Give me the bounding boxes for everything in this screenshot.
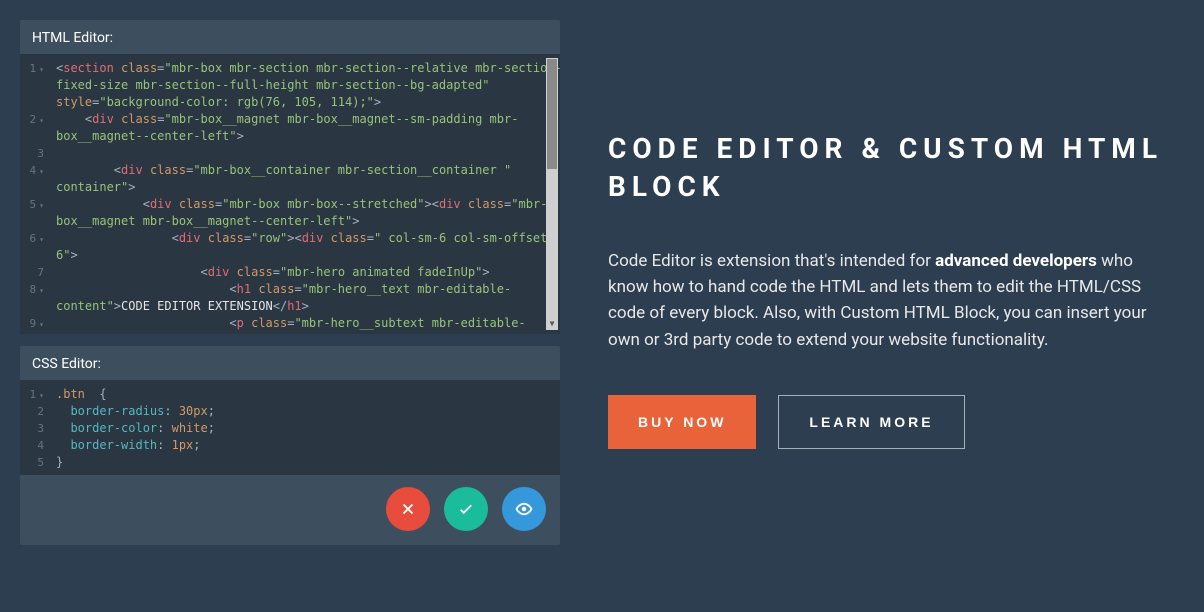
desc-text-before: Code Editor is extension that's intended… <box>608 251 935 271</box>
check-icon <box>457 500 475 518</box>
editor-action-row <box>20 475 560 545</box>
html-editor-label: HTML Editor: <box>20 20 560 54</box>
css-code-area[interactable]: 12345 .btn { border-radius: 30px; border… <box>20 380 560 475</box>
html-code-lines[interactable]: <section class="mbr-box mbr-section mbr-… <box>56 60 542 332</box>
scroll-down-icon[interactable]: ▼ <box>546 318 558 330</box>
page-title: CODE EDITOR & CUSTOM HTML BLOCK <box>608 130 1164 206</box>
html-gutter: 123456789 <box>20 54 50 334</box>
close-icon <box>399 500 417 518</box>
html-editor-box: HTML Editor: 123456789 <section class="m… <box>20 20 560 334</box>
css-editor-box: CSS Editor: 12345 .btn { border-radius: … <box>20 346 560 545</box>
buy-now-button[interactable]: BUY NOW <box>608 395 756 449</box>
apply-button[interactable] <box>444 487 488 531</box>
button-row: BUY NOW LEARN MORE <box>608 395 1164 449</box>
css-code-lines[interactable]: .btn { border-radius: 30px; border-color… <box>56 386 542 471</box>
preview-button[interactable] <box>502 487 546 531</box>
css-gutter: 12345 <box>20 380 50 475</box>
eye-icon <box>515 500 533 518</box>
html-code-area[interactable]: 123456789 <section class="mbr-box mbr-se… <box>20 54 560 334</box>
editor-panel: HTML Editor: 123456789 <section class="m… <box>0 0 560 612</box>
learn-more-button[interactable]: LEARN MORE <box>778 395 964 449</box>
cancel-button[interactable] <box>386 487 430 531</box>
desc-bold: advanced developers <box>935 251 1097 271</box>
description: Code Editor is extension that's intended… <box>608 248 1164 353</box>
css-editor-label: CSS Editor: <box>20 346 560 380</box>
html-scrollbar[interactable]: ▲ ▼ <box>546 58 558 330</box>
content-panel: CODE EDITOR & CUSTOM HTML BLOCK Code Edi… <box>560 0 1204 612</box>
scrollbar-thumb[interactable] <box>547 59 557 169</box>
